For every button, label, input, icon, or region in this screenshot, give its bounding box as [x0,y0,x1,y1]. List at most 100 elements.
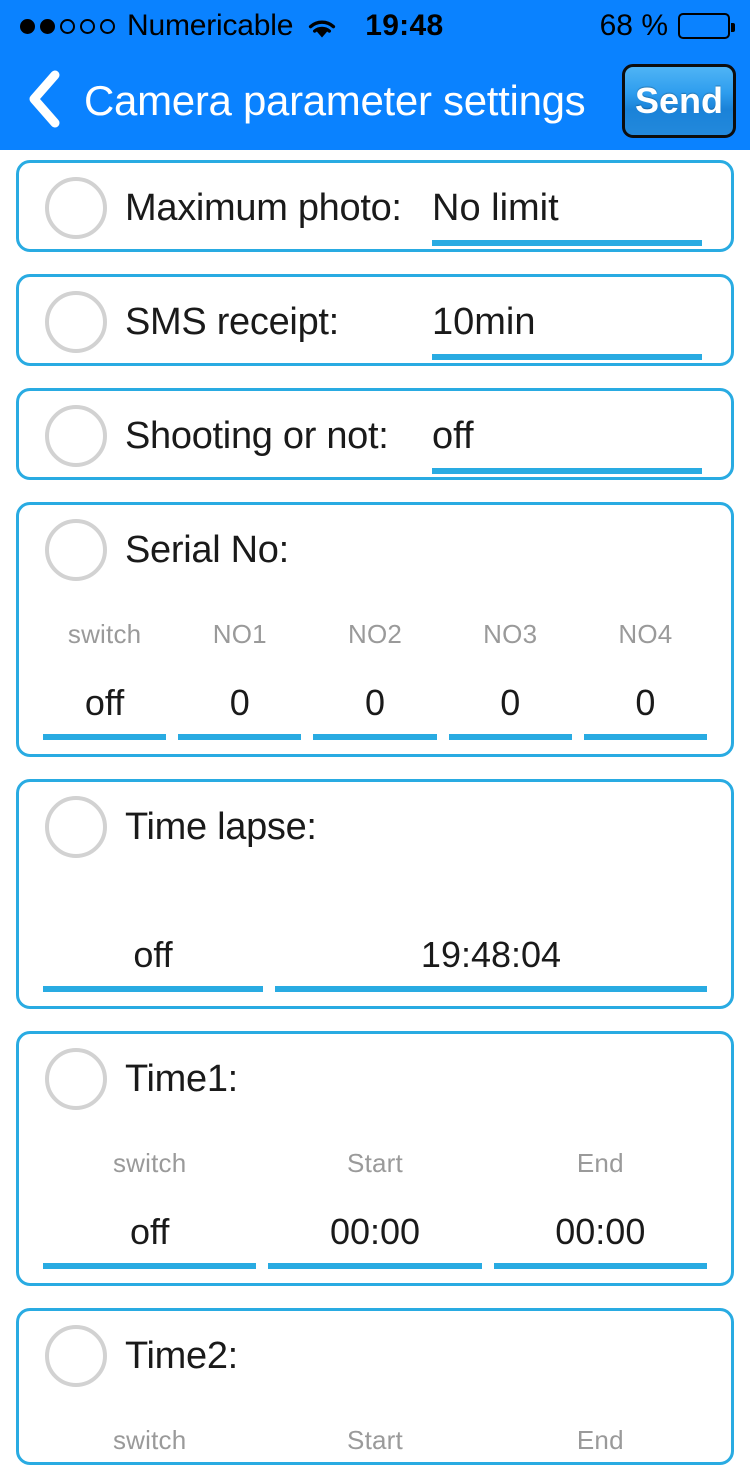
value-field[interactable]: 0 [448,682,572,740]
value-field[interactable]: 00:00 [268,1211,482,1269]
card-header: Serial No: [19,505,731,593]
signal-strength-dots [20,18,115,34]
navigation-bar: Camera parameter settings Send [0,52,750,150]
column: NO4 [584,619,707,656]
value-field[interactable]: 0 [583,682,708,740]
field-underline [43,986,263,992]
field-value: off [133,934,173,975]
field-value: 0 [229,682,250,723]
select-radio[interactable] [45,796,107,858]
card-header: Time lapse: [19,782,731,870]
status-bar-left: Numericable 19:48 [20,9,443,43]
signal-dot-1 [20,18,35,34]
field-value: off [432,415,474,457]
signal-dot-3 [60,18,75,34]
column-values: off 19:48:04 [19,934,731,1006]
column: NO3 [449,619,572,656]
field-value: off [84,682,125,723]
card-label: Maximum photo: [125,186,402,229]
column-header: NO1 [212,619,267,649]
value-field[interactable]: off [43,1211,257,1269]
value-field[interactable]: off [432,415,702,474]
column-headers: switch Start End [19,1425,731,1462]
status-bar-right: 68 % [599,9,735,43]
column-header: switch [112,1425,187,1455]
column-values: off 00:00 00:00 [19,1211,731,1283]
field-value: off [129,1211,170,1252]
column-header: End [576,1148,624,1178]
value-field[interactable]: No limit [432,187,702,246]
column: End [494,1425,707,1462]
select-radio[interactable] [45,519,107,581]
column-headers: switch Start End [19,1148,731,1185]
column: Start [268,1425,481,1462]
field-value: 0 [364,682,386,723]
value-field[interactable]: 10min [432,301,702,360]
column-headers: switch NO1 NO2 NO3 NO4 [19,619,731,656]
chevron-left-icon [24,69,64,134]
field-underline [178,734,302,740]
field-value: 0 [500,682,521,723]
settings-list: Maximum photo: No limit SMS receipt: 10min S… [0,150,750,1465]
settings-card: Serial No: switch NO1 NO2 NO3 NO4 off 0 0 0 0 [16,502,734,757]
signal-dot-2 [40,18,55,34]
send-button[interactable]: Send [622,64,736,138]
field-value: 0 [635,682,656,723]
column-header: NO4 [618,619,673,649]
select-radio[interactable] [45,177,107,239]
value-field[interactable]: 0 [313,682,437,740]
value-field[interactable]: 00:00 [493,1211,707,1269]
column-header: switch [112,1148,187,1178]
column: switch [43,1425,256,1462]
field-underline [448,734,572,740]
back-button[interactable] [18,70,70,132]
signal-dot-5 [100,18,115,34]
value-field[interactable]: 0 [178,682,302,740]
value-field[interactable]: off [43,682,167,740]
field-underline [43,1263,257,1269]
column-header: Start [347,1148,403,1178]
status-bar-clock: 19:48 [365,9,444,42]
carrier-name: Numericable [127,9,294,42]
settings-card: Time1: switch Start End off 00:00 00:00 [16,1031,734,1286]
field-underline [268,1263,482,1269]
column-header: NO3 [483,619,538,649]
select-radio[interactable] [45,1325,107,1387]
field-underline [313,734,437,740]
field-value: No limit [432,187,559,229]
column-values: off 0 0 0 0 [19,682,731,754]
settings-card: Maximum photo: No limit [16,160,734,252]
column: switch [43,619,166,656]
select-radio[interactable] [45,405,107,467]
status-bar: Numericable 19:48 68 % [0,0,750,52]
column: End [494,1148,707,1185]
field-underline [275,986,707,992]
battery-icon [678,13,735,39]
signal-dot-4 [80,18,95,34]
field-value: 10min [432,301,536,343]
card-header: Time1: [19,1034,731,1122]
value-field[interactable]: off [43,934,263,992]
settings-card: Shooting or not: off [16,388,734,480]
column-header: switch [67,619,142,649]
battery-percent-label: 68 % [599,9,668,42]
select-radio[interactable] [45,291,107,353]
settings-card: Time2: switch Start End [16,1308,734,1465]
select-radio[interactable] [45,1048,107,1110]
settings-card: SMS receipt: 10min [16,274,734,366]
column-header: End [576,1425,624,1455]
value-field[interactable]: 19:48:04 [275,934,707,992]
settings-card: Time lapse: off 19:48:04 [16,779,734,1009]
column-header: NO2 [347,619,403,649]
card-header: Time2: [19,1311,731,1399]
field-value: 19:48:04 [420,934,562,975]
page-title: Camera parameter settings [84,77,586,124]
field-underline [43,734,167,740]
